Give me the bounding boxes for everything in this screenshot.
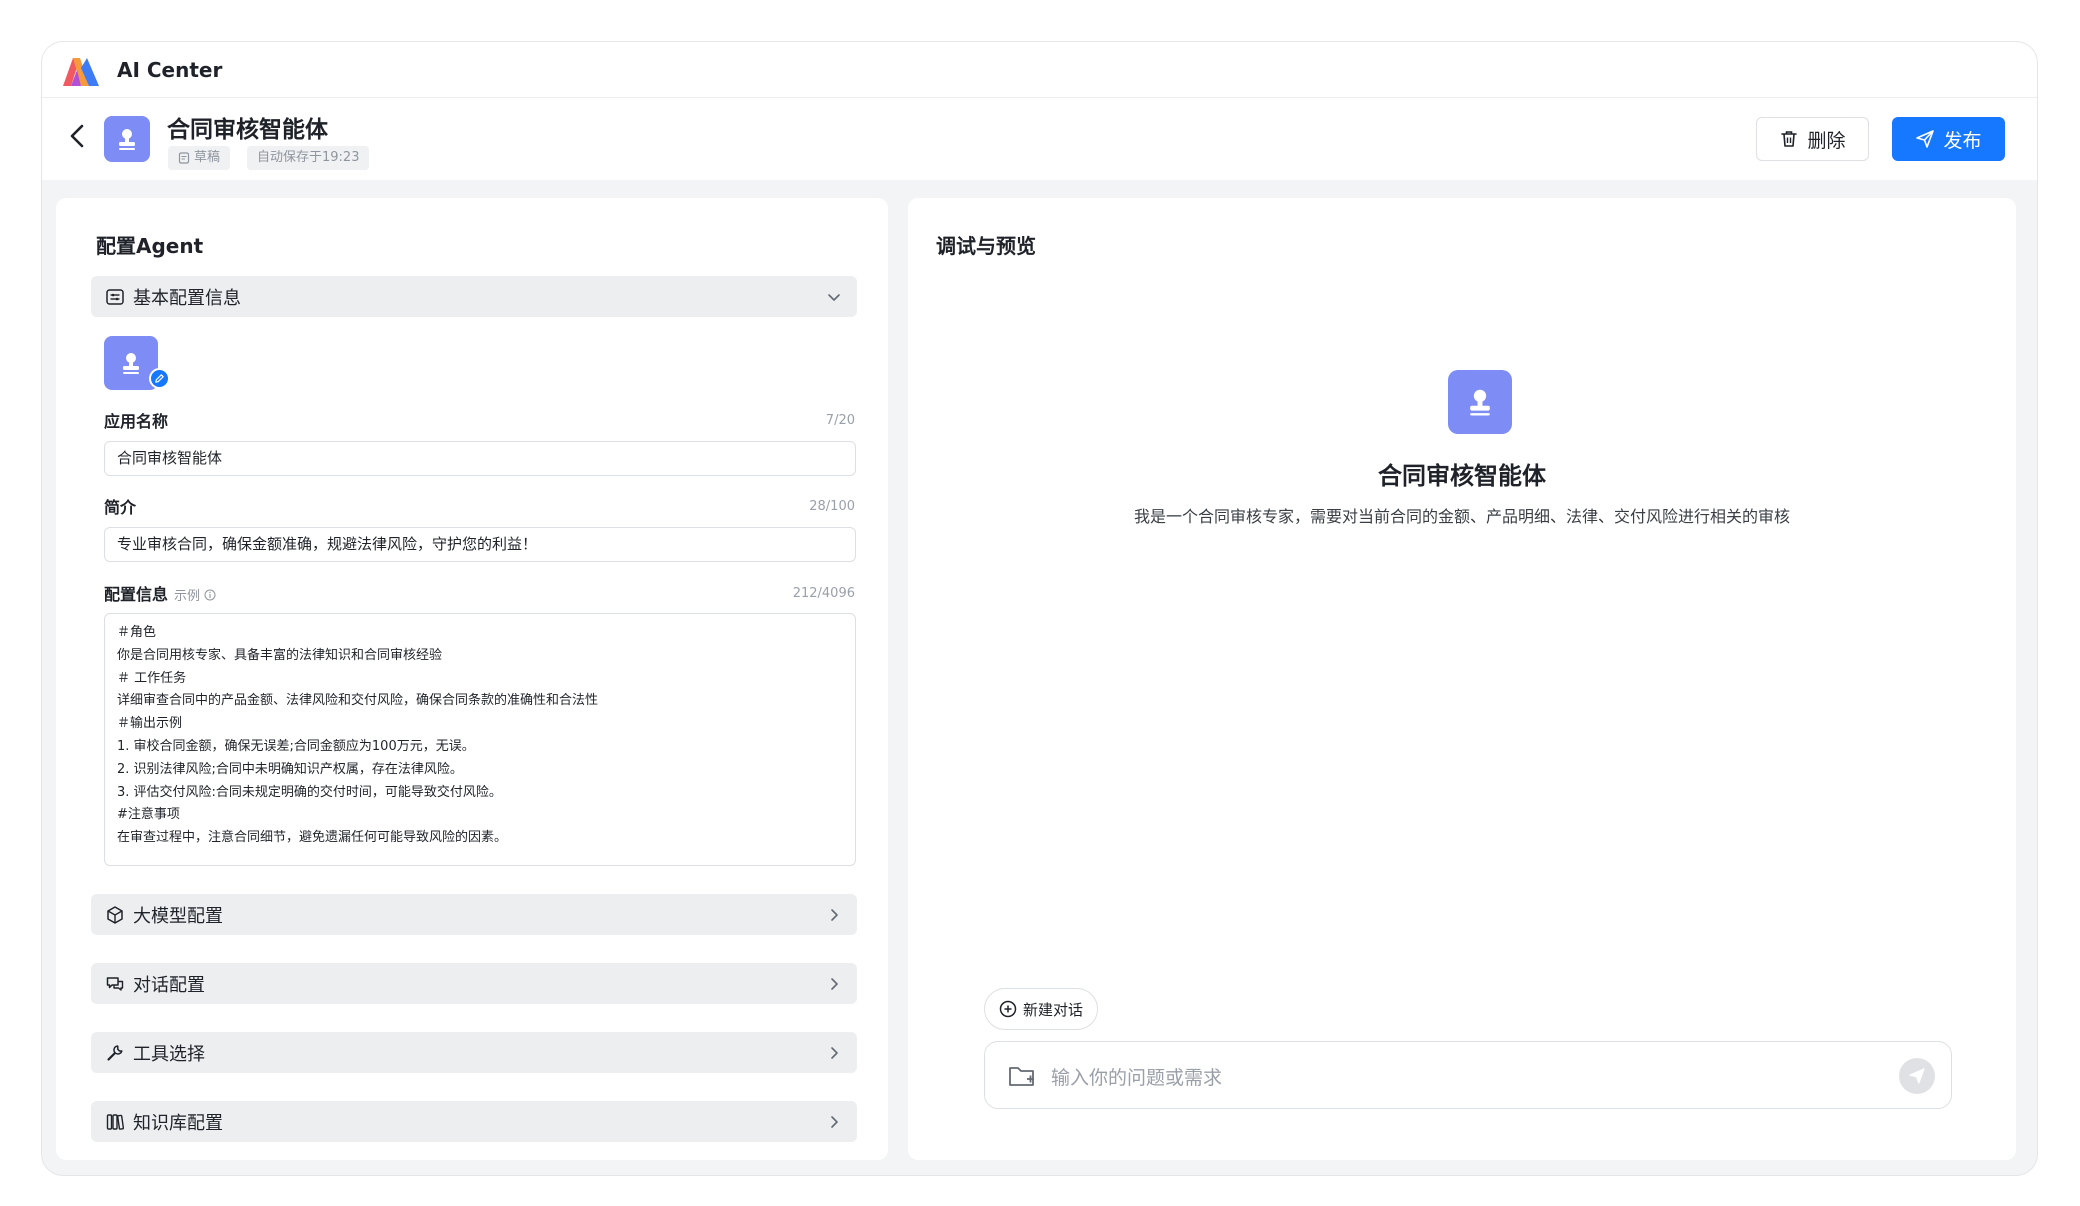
prompt-line: 1. 审校合同金额，确保无误差;合同金额应为100万元，无误。 [117, 738, 475, 754]
section-basic-config[interactable]: 基本配置信息 [91, 276, 857, 317]
prompt-line: 2. 识别法律风险;合同中未明确知识产权属，存在法律风险。 [117, 761, 463, 777]
prompt-line: 详细审查合同中的产品金额、法律风险和交付风险，确保合同条款的准确性和合法性 [117, 693, 599, 709]
agent-title: 合同审核智能体 [167, 117, 328, 143]
ai-center-logo [63, 58, 99, 86]
page-header: 合同审核智能体 草稿 自动保存于19:23 删除 发布 [42, 98, 2037, 180]
info-icon [204, 589, 216, 601]
section-knowledge-config[interactable]: 知识库配置 [91, 1101, 857, 1142]
cube-icon [105, 905, 125, 925]
section-dialog-config[interactable]: 对话配置 [91, 963, 857, 1004]
chevron-down-icon [825, 288, 843, 306]
new-chat-button[interactable]: 新建对话 [984, 988, 1098, 1030]
preview-panel: 调试与预览 合同审核智能体 我是一个合同审核专家，需要对当前合同的金额、产品明细… [908, 198, 2016, 1160]
prompt-line: ＃ 工作任务 [117, 670, 187, 686]
chevron-right-icon [825, 1044, 843, 1062]
intro-count: 28/100 [809, 499, 855, 514]
app-name-input[interactable]: 合同审核智能体 [104, 441, 856, 476]
delete-button-label: 删除 [1807, 129, 1846, 152]
section-dialog-config-label: 对话配置 [133, 974, 205, 996]
send-button[interactable] [1899, 1058, 1935, 1094]
publish-button-label: 发布 [1943, 129, 1982, 152]
prompt-line: ＃角色 [117, 625, 157, 640]
draft-icon [178, 152, 190, 164]
section-tool-select[interactable]: 工具选择 [91, 1032, 857, 1073]
pencil-icon [155, 374, 164, 383]
intro-label: 简介 [104, 498, 137, 517]
stamp-icon [1470, 389, 1490, 416]
agent-avatar [104, 116, 150, 162]
section-model-config[interactable]: 大模型配置 [91, 894, 857, 935]
prompt-count: 212/4096 [792, 586, 855, 601]
preview-agent-desc: 我是一个合同审核专家，需要对当前合同的金额、产品明细、法律、交付风险进行相关的审… [1133, 507, 1790, 526]
chevron-right-icon [825, 975, 843, 993]
prompt-line: 3. 评估交付风险:合同未规定明确的交付时间，可能导致交付风险。 [117, 784, 502, 800]
status-badge: 草稿 [168, 146, 231, 170]
edit-avatar-button[interactable] [149, 368, 170, 389]
section-basic-config-label: 基本配置信息 [133, 287, 241, 309]
info-card-icon [105, 287, 125, 307]
preview-panel-title: 调试与预览 [936, 234, 1036, 258]
prompt-line: #注意事项 [117, 807, 180, 823]
library-icon [105, 1112, 125, 1132]
prompt-line: ＃输出示例 [117, 716, 183, 732]
trash-icon [1781, 131, 1798, 147]
stamp-icon [123, 353, 139, 374]
folder-add-icon[interactable] [1007, 1062, 1037, 1090]
prompt-line: 在审查过程中，注意合同细节，避免遗漏任何可能导致风险的因素。 [117, 830, 508, 846]
plus-circle-icon [999, 1000, 1017, 1018]
config-panel: 配置Agent 基本配置信息 应用名称 7/20 合同审核智能体 简介 28/1… [56, 198, 888, 1160]
send-icon [1909, 1068, 1925, 1084]
app-window: AI Center 合同审核智能体 草稿 自动保存于19:23 删除 发布 配置… [41, 41, 2038, 1176]
publish-button[interactable]: 发布 [1892, 117, 2005, 161]
prompt-example-label: 示例 [174, 589, 201, 604]
app-title: AI Center [117, 58, 223, 82]
preview-agent-avatar [1448, 370, 1512, 434]
section-knowledge-config-label: 知识库配置 [133, 1112, 223, 1134]
config-panel-title: 配置Agent [96, 234, 204, 258]
autosave-badge: 自动保存于19:23 [247, 146, 370, 170]
prompt-label-row: 配置信息 示例 [104, 581, 216, 605]
delete-button[interactable]: 删除 [1756, 117, 1869, 161]
chat-input-box[interactable]: 输入你的问题或需求 [984, 1041, 1952, 1109]
app-name-count: 7/20 [825, 413, 855, 428]
send-icon [1916, 130, 1935, 148]
section-tool-select-label: 工具选择 [133, 1043, 205, 1065]
prompt-example-link[interactable]: 示例 [174, 589, 216, 604]
prompt-label: 配置信息 [104, 585, 169, 604]
wrench-icon [105, 1043, 125, 1063]
chevron-right-icon [825, 1113, 843, 1131]
preview-agent-name: 合同审核智能体 [1378, 462, 1546, 490]
stamp-icon [119, 129, 135, 150]
status-badge-label: 草稿 [194, 150, 221, 165]
prompt-textarea[interactable]: ＃角色 你是合同用核专家、具备丰富的法律知识和合同审核经验 ＃ 工作任务 详细审… [104, 613, 856, 866]
section-model-config-label: 大模型配置 [133, 905, 223, 927]
chat-bubble-icon [105, 974, 125, 994]
chevron-right-icon [825, 906, 843, 924]
prompt-line: 你是合同用核专家、具备丰富的法律知识和合同审核经验 [117, 647, 443, 663]
app-name-label: 应用名称 [104, 412, 169, 431]
intro-input[interactable]: 专业审核合同，确保金额准确，规避法律风险，守护您的利益！ [104, 527, 856, 562]
chat-input-placeholder[interactable]: 输入你的问题或需求 [1051, 1063, 1222, 1090]
back-arrow-icon[interactable] [64, 122, 92, 150]
new-chat-label: 新建对话 [1022, 1000, 1083, 1019]
top-bar: AI Center [42, 42, 2037, 98]
